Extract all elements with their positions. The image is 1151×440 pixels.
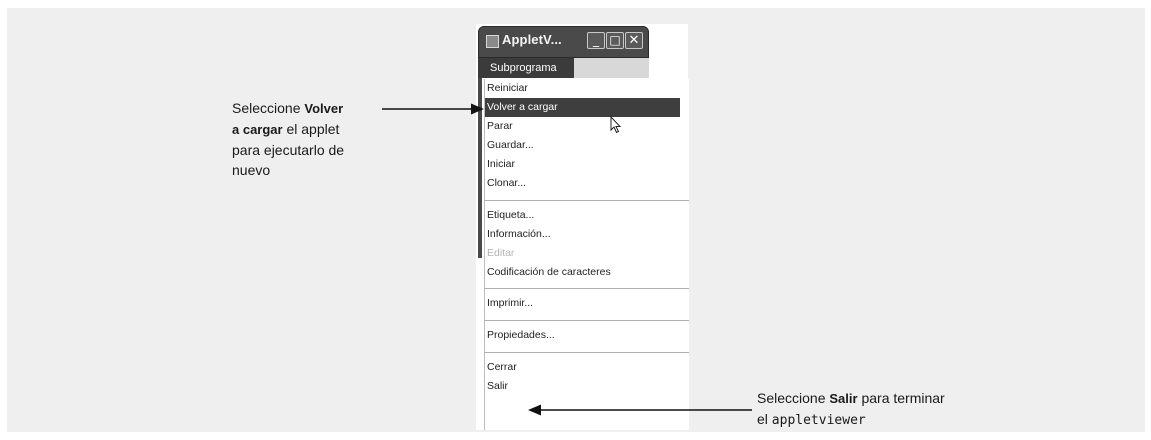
- arrow-to-salir: [528, 404, 752, 416]
- arrow-to-volver-a-cargar: [382, 103, 484, 115]
- callout-arrows: [382, 103, 752, 416]
